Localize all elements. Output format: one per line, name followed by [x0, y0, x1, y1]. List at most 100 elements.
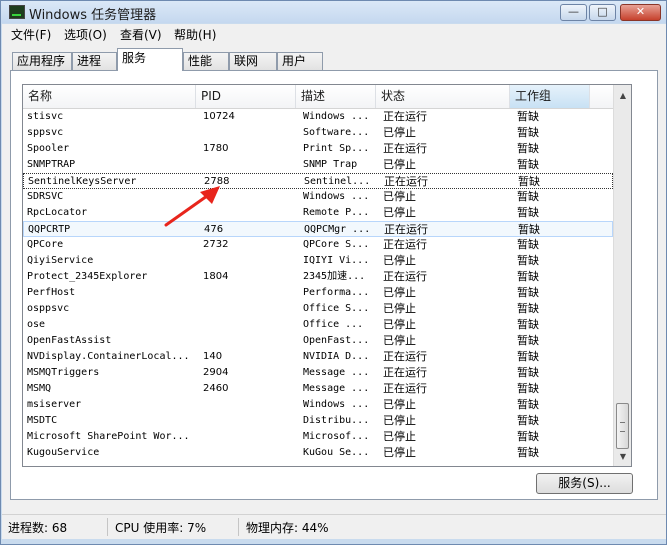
service-name-cell: SDRSVC [27, 191, 64, 202]
service-row[interactable]: ose Office ... 已停止 暂缺 [23, 317, 613, 333]
service-status-cell: 已停止 [383, 430, 416, 443]
service-description-cell: IQIYI Vi... [303, 255, 370, 266]
service-pid-cell: 476 [204, 224, 224, 235]
service-group-cell: 暂缺 [517, 334, 539, 347]
service-row[interactable]: sppsvc Software... 已停止 暂缺 [23, 125, 613, 141]
tab-performance[interactable]: 性能 [183, 52, 229, 70]
service-status-cell: 正在运行 [383, 382, 427, 395]
tab-networking[interactable]: 联网 [229, 52, 277, 70]
service-group-cell: 暂缺 [518, 175, 540, 188]
column-header-description[interactable]: 描述 [296, 85, 376, 108]
vertical-scrollbar[interactable]: ▲ ▼ [613, 85, 631, 466]
status-separator [238, 518, 239, 536]
service-name-cell: OpenFastAssist [27, 335, 112, 346]
service-rows: stisvc 10724 Windows ... 正在运行 暂缺 sppsvc Softwa… [23, 109, 613, 461]
window-title: Windows 任务管理器 [29, 8, 157, 23]
service-description-cell: Distribu... [303, 415, 370, 426]
service-name-cell: KugouService [27, 447, 100, 458]
title-bar[interactable]: Windows 任务管理器 — □ ✕ [1, 1, 666, 23]
service-name-cell: RpcLocator [27, 207, 88, 218]
service-row[interactable]: SentinelKeysServer 2788 Sentinel... 正在运行 暂缺 [23, 173, 613, 189]
service-status-cell: 已停止 [383, 286, 416, 299]
service-row[interactable]: QiyiService IQIYI Vi... 已停止 暂缺 [23, 253, 613, 269]
service-group-cell: 暂缺 [517, 366, 539, 379]
service-name-cell: MSMQ [27, 383, 52, 394]
service-row[interactable]: MSDTC Distribu... 已停止 暂缺 [23, 413, 613, 429]
scroll-thumb[interactable] [616, 403, 629, 449]
menu-file[interactable]: 文件(F) [11, 26, 51, 43]
service-description-cell: Windows ... [303, 111, 370, 122]
client-area: 应用程序 进程 服务 性能 联网 用户 名称 PID 描述 状态 ^ 工作组 s… [2, 43, 666, 514]
service-row[interactable]: QQPCRTP 476 QQPCMgr ... 正在运行 暂缺 [23, 221, 613, 237]
service-group-cell: 暂缺 [517, 126, 539, 139]
service-group-cell: 暂缺 [517, 382, 539, 395]
service-group-cell: 暂缺 [517, 430, 539, 443]
service-name-cell: SentinelKeysServer [28, 176, 137, 187]
service-status-cell: 已停止 [383, 302, 416, 315]
column-header-status[interactable]: 状态 [376, 85, 510, 108]
service-row[interactable]: SNMPTRAP SNMP Trap 已停止 暂缺 [23, 157, 613, 173]
services-button[interactable]: 服务(S)... [536, 473, 633, 494]
service-name-cell: MSDTC [27, 415, 58, 426]
service-row[interactable]: KugouService KuGou Se... 已停止 暂缺 [23, 445, 613, 461]
service-description-cell: Office S... [303, 303, 370, 314]
service-row[interactable]: Microsoft SharePoint Wor... Microsof... 已停… [23, 429, 613, 445]
service-status-cell: 已停止 [383, 126, 416, 139]
column-header-pid[interactable]: PID [196, 85, 296, 108]
services-list[interactable]: 名称 PID 描述 状态 ^ 工作组 stisvc 10724 Windows ..… [22, 84, 632, 467]
service-description-cell: Message ... [303, 367, 370, 378]
service-name-cell: msiserver [27, 399, 82, 410]
service-group-cell: 暂缺 [517, 254, 539, 267]
service-row[interactable]: SDRSVC Windows ... 已停止 暂缺 [23, 189, 613, 205]
service-status-cell: 已停止 [383, 254, 416, 267]
column-header-name[interactable]: 名称 [23, 85, 196, 108]
service-status-cell: 已停止 [383, 318, 416, 331]
service-name-cell: Protect_2345Explorer [27, 271, 148, 282]
task-manager-icon [9, 5, 25, 19]
menu-options[interactable]: 选项(O) [64, 26, 107, 43]
close-button[interactable]: ✕ [620, 4, 661, 21]
service-group-cell: 暂缺 [518, 223, 540, 236]
service-description-cell: QPCore S... [303, 239, 370, 250]
service-status-cell: 正在运行 [384, 175, 428, 188]
service-status-cell: 正在运行 [383, 110, 427, 123]
service-row[interactable]: QPCore 2732 QPCore S... 正在运行 暂缺 [23, 237, 613, 253]
service-row[interactable]: OpenFastAssist OpenFast... 已停止 暂缺 [23, 333, 613, 349]
menu-view[interactable]: 查看(V) [120, 26, 162, 43]
service-description-cell: Software... [303, 127, 370, 138]
service-row[interactable]: MSMQ 2460 Message ... 正在运行 暂缺 [23, 381, 613, 397]
service-row[interactable]: MSMQTriggers 2904 Message ... 正在运行 暂缺 [23, 365, 613, 381]
service-description-cell: KuGou Se... [303, 447, 370, 458]
status-separator [107, 518, 108, 536]
scroll-down-arrow-icon[interactable]: ▼ [614, 448, 631, 466]
scroll-up-arrow-icon[interactable]: ▲ [614, 87, 631, 105]
service-pid-cell: 140 [203, 351, 223, 362]
service-row[interactable]: PerfHost Performa... 已停止 暂缺 [23, 285, 613, 301]
tab-applications[interactable]: 应用程序 [12, 52, 72, 70]
service-status-cell: 已停止 [383, 206, 416, 219]
service-status-cell: 已停止 [383, 158, 416, 171]
tab-services[interactable]: 服务 [117, 48, 183, 71]
service-pid-cell: 1780 [203, 143, 229, 154]
tab-processes[interactable]: 进程 [72, 52, 117, 70]
service-row[interactable]: stisvc 10724 Windows ... 正在运行 暂缺 [23, 109, 613, 125]
minimize-button[interactable]: — [560, 4, 587, 21]
tab-users[interactable]: 用户 [277, 52, 323, 70]
service-name-cell: MSMQTriggers [27, 367, 100, 378]
service-row[interactable]: RpcLocator Remote P... 已停止 暂缺 [23, 205, 613, 221]
service-row[interactable]: NVDisplay.ContainerLocal... 140 NVIDIA D..… [23, 349, 613, 365]
service-group-cell: 暂缺 [517, 158, 539, 171]
service-row[interactable]: osppsvc Office S... 已停止 暂缺 [23, 301, 613, 317]
service-pid-cell: 10724 [203, 111, 235, 122]
scroll-grip-icon [620, 422, 625, 432]
service-row[interactable]: Spooler 1780 Print Sp... 正在运行 暂缺 [23, 141, 613, 157]
menu-help[interactable]: 帮助(H) [174, 26, 216, 43]
service-name-cell: Spooler [27, 143, 70, 154]
column-header-group[interactable]: ^ 工作组 [510, 85, 590, 108]
service-row[interactable]: Protect_2345Explorer 1804 2345加速... 正在运行 暂缺 [23, 269, 613, 285]
maximize-button[interactable]: □ [589, 4, 616, 21]
service-name-cell: sppsvc [27, 127, 64, 138]
service-description-cell: Remote P... [303, 207, 370, 218]
service-group-cell: 暂缺 [517, 142, 539, 155]
service-row[interactable]: msiserver Windows ... 已停止 暂缺 [23, 397, 613, 413]
